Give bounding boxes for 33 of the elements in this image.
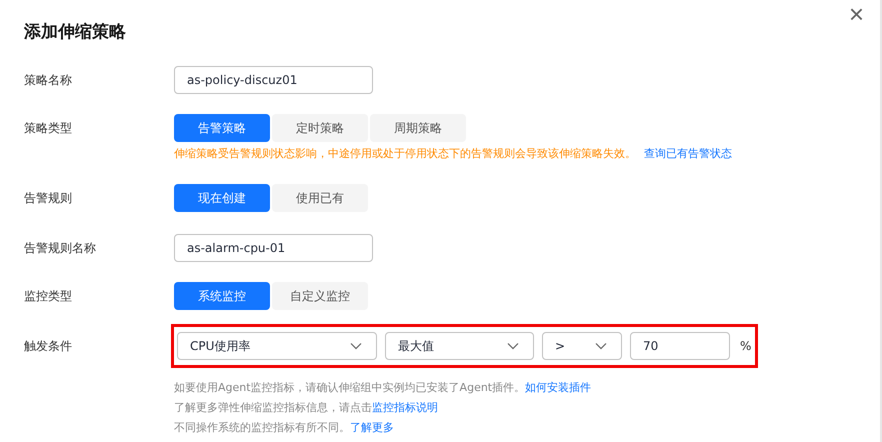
help-text: 不同操作系统的监控指标有所不同。 [174,421,350,434]
input-field[interactable]: as-alarm-cpu-01 [174,234,373,262]
segment-tab[interactable]: 使用已有 [272,184,368,212]
field-label: 告警规则 [24,190,73,207]
field-label: 策略名称 [24,72,73,89]
field-label: 告警规则名称 [24,240,97,257]
field-label: 策略类型 [24,120,73,137]
input-field[interactable]: as-policy-discuz01 [174,66,373,94]
alarm-status-link[interactable]: 查询已有告警状态 [644,147,732,160]
field-label: 监控类型 [24,288,73,305]
segment-tab[interactable]: 现在创建 [174,184,270,212]
close-button[interactable]: × [844,1,868,27]
unit-label: % [740,339,752,353]
help-link[interactable]: 如何安装插件 [525,381,592,394]
help-text: 了解更多弹性伸缩监控指标信息，请点击 [174,401,372,414]
segment-tab[interactable]: 系统监控 [174,282,270,310]
segment-tab[interactable]: 自定义监控 [272,282,368,310]
dropdown[interactable]: > [542,332,622,360]
help-link[interactable]: 监控指标说明 [372,401,438,414]
dropdown[interactable]: CPU使用率 [177,332,377,360]
dialog-title: 添加伸缩策略 [24,20,126,42]
warning-text: 伸缩策略受告警规则状态影响，中途停用或处于停用状态下的告警规则会导致该伸缩策略失效。 [174,147,636,160]
segment-tab[interactable]: 定时策略 [272,114,368,142]
chevron-down-icon [595,342,607,350]
chevron-down-icon [507,342,519,350]
help-text: 如要使用Agent监控指标，请确认伸缩组中实例均已安装了Agent插件。 [174,381,526,394]
threshold-field[interactable]: 70 [630,332,730,360]
help-link[interactable]: 了解更多 [350,421,394,434]
segment-tab[interactable]: 周期策略 [370,114,466,142]
chevron-down-icon [350,342,362,350]
field-label: 触发条件 [24,338,73,355]
segment-tab[interactable]: 告警策略 [174,114,270,142]
dropdown[interactable]: 最大值 [385,332,534,360]
